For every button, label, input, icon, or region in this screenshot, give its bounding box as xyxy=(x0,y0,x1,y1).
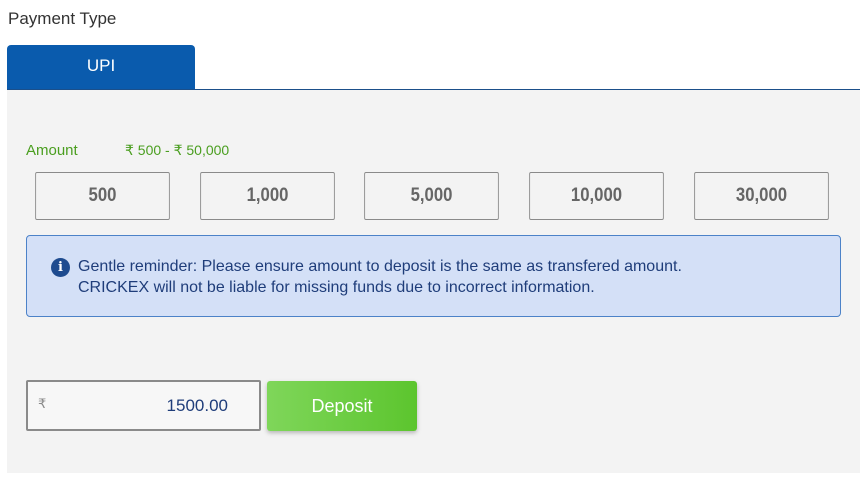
amount-option-10000[interactable]: 10,000 xyxy=(529,172,664,220)
amount-option-label: 30,000 xyxy=(735,185,788,206)
deposit-button[interactable]: Deposit xyxy=(267,381,417,431)
payment-tabs: UPI xyxy=(7,45,860,90)
reminder-line-2: CRICKEX will not be liable for missing f… xyxy=(78,279,595,296)
info-icon: i xyxy=(51,258,70,277)
amount-option-label: 5,000 xyxy=(410,185,453,206)
amount-option-label: 1,000 xyxy=(246,185,289,206)
amount-option-label: 500 xyxy=(88,185,117,206)
quick-amount-options: 500 1,000 5,000 10,000 30,000 xyxy=(26,172,841,222)
reminder-line-1: Gentle reminder: Please ensure amount to… xyxy=(78,258,682,275)
amount-option-500[interactable]: 500 xyxy=(35,172,170,220)
amount-range: ₹ 500 - ₹ 50,000 xyxy=(125,142,230,158)
deposit-amount-field[interactable]: ₹ xyxy=(26,380,261,431)
amount-option-30000[interactable]: 30,000 xyxy=(694,172,829,220)
payment-panel: Amount ₹ 500 - ₹ 50,000 500 1,000 5,000 … xyxy=(7,90,860,473)
reminder-text: Gentle reminder: Please ensure amount to… xyxy=(78,256,682,298)
gentle-reminder-box: i Gentle reminder: Please ensure amount … xyxy=(26,235,841,317)
tab-upi[interactable]: UPI xyxy=(7,45,195,89)
amount-label: Amount xyxy=(26,142,78,159)
amount-option-label: 10,000 xyxy=(570,185,623,206)
rupee-icon: ₹ xyxy=(38,396,47,411)
amount-option-5000[interactable]: 5,000 xyxy=(364,172,499,220)
deposit-amount-input[interactable] xyxy=(58,382,228,429)
payment-type-title: Payment Type xyxy=(8,9,117,28)
amount-option-1000[interactable]: 1,000 xyxy=(200,172,335,220)
